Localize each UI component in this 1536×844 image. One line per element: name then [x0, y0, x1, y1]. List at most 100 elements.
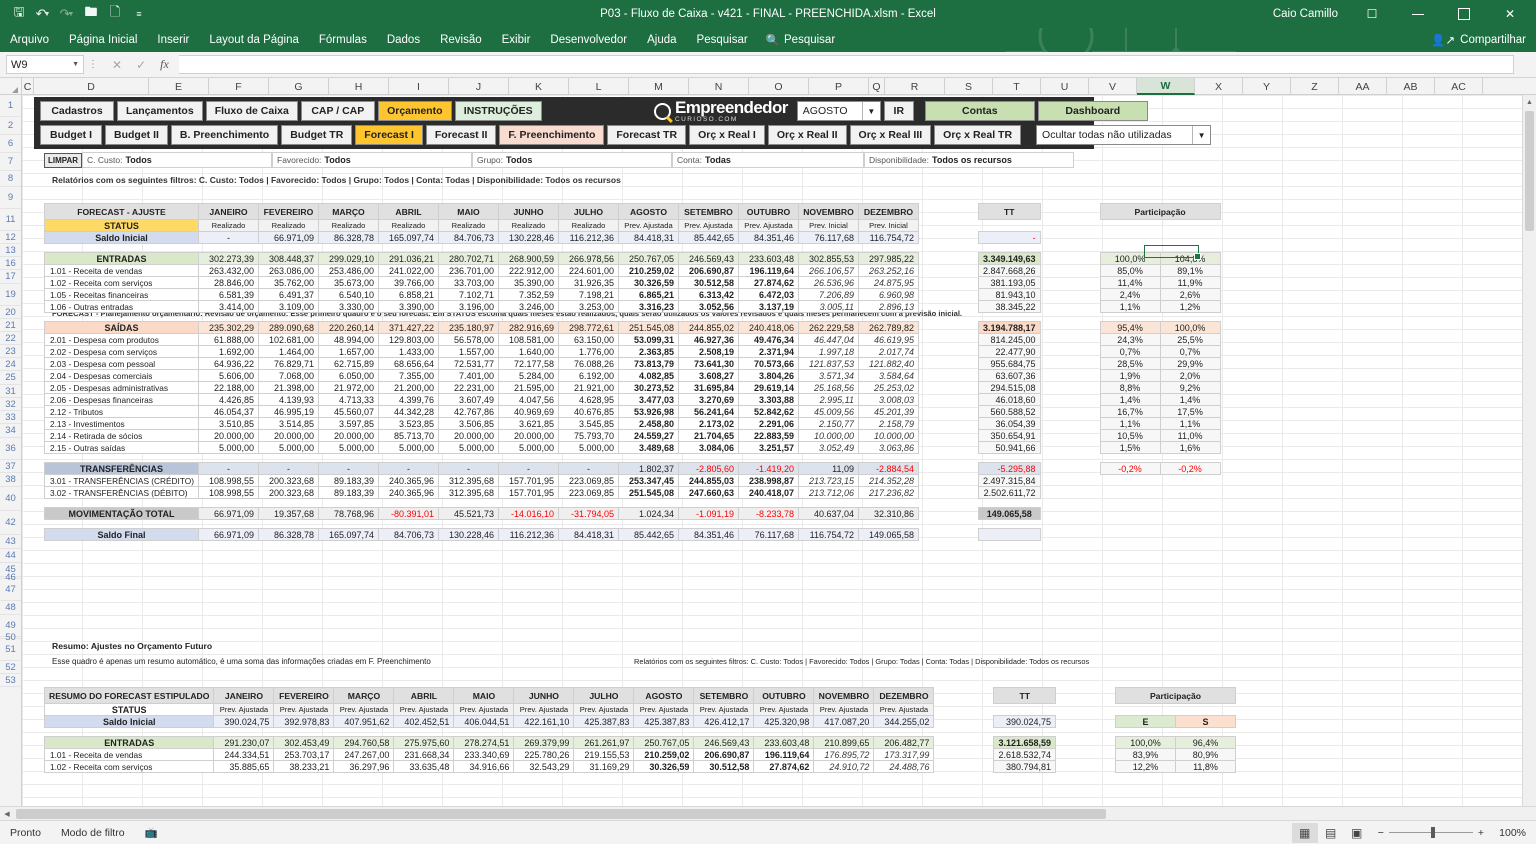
- cell-r14-c8[interactable]: 2.173,02: [678, 417, 739, 430]
- cell-r3-c0[interactable]: 28.846,00: [198, 276, 259, 289]
- nav-orc-x-real-iii[interactable]: Orç x Real III: [849, 125, 932, 145]
- table-row[interactable]: 2.02 - Despesa com serviços 1.692,00 1.464…: [44, 345, 1221, 358]
- cell-r7-c2[interactable]: 48.994,00: [318, 333, 379, 346]
- column-header-ac[interactable]: AC: [1435, 78, 1483, 95]
- spacer[interactable]: [979, 499, 1041, 508]
- spacer[interactable]: [979, 244, 1041, 253]
- cell-r3-c7[interactable]: 30.326,59: [633, 760, 695, 773]
- maximize-button[interactable]: [1442, 0, 1486, 28]
- cell-r16-c5[interactable]: 5.000,00: [498, 441, 559, 454]
- table-row[interactable]: Saldo Final 66.971,09 86.328,78 165.097,74 8…: [44, 528, 1221, 541]
- cell-r14-c7[interactable]: 2.458,80: [618, 417, 679, 430]
- cell-r9-c0[interactable]: 64.936,22: [198, 357, 259, 370]
- row-total[interactable]: 381.193,05: [978, 276, 1041, 289]
- spacer[interactable]: [919, 499, 979, 508]
- spacer[interactable]: [619, 244, 679, 253]
- month-header-10[interactable]: NOVEMBRO: [798, 203, 859, 220]
- spacer[interactable]: [919, 289, 979, 301]
- cell-r20-c11[interactable]: 32.310,86: [858, 507, 919, 520]
- spacer[interactable]: [259, 313, 319, 322]
- part-e[interactable]: 100,0%: [1115, 736, 1176, 749]
- part-e[interactable]: 85,0%: [1099, 264, 1161, 277]
- month-header-7[interactable]: AGOSTO: [633, 687, 695, 704]
- row-label[interactable]: 2.12 - Tributos: [44, 405, 199, 418]
- cell-r14-c11[interactable]: 2.158,79: [858, 417, 919, 430]
- cell-r13-c7[interactable]: 53.926,98: [618, 405, 679, 418]
- spacer[interactable]: [934, 737, 994, 749]
- page-layout-icon[interactable]: ▤: [1318, 823, 1344, 843]
- row-header-32[interactable]: 32: [0, 398, 21, 411]
- cell-r11-c9[interactable]: 29.619,14: [738, 381, 799, 394]
- spacer[interactable]: [1176, 728, 1236, 737]
- status-value-2[interactable]: Realizado: [318, 219, 379, 232]
- spacer[interactable]: [1160, 475, 1220, 487]
- spacer[interactable]: [45, 454, 199, 463]
- column-header-r[interactable]: R: [885, 78, 945, 95]
- cell-r1-c6[interactable]: 266.978,56: [558, 252, 619, 265]
- cell-r19-c7[interactable]: 251.545,08: [618, 486, 679, 499]
- spacer[interactable]: [919, 346, 979, 358]
- cell-r3-c8[interactable]: 30.512,58: [693, 760, 755, 773]
- cell-r16-c4[interactable]: 5.000,00: [438, 441, 499, 454]
- status-value-1[interactable]: Prev. Ajustada: [273, 703, 335, 716]
- row-label[interactable]: Saldo Final: [44, 528, 199, 541]
- nav-orc-x-real-i[interactable]: Orç x Real I: [689, 125, 765, 145]
- part-e[interactable]: 28,5%: [1099, 357, 1161, 370]
- spacer[interactable]: [1040, 232, 1100, 244]
- cell-r21-c1[interactable]: 86.328,78: [258, 528, 319, 541]
- row-total[interactable]: 22.477,90: [978, 345, 1041, 358]
- cell-r8-c2[interactable]: 1.657,00: [318, 345, 379, 358]
- row-total[interactable]: 81.943,10: [978, 288, 1041, 301]
- row-header-38[interactable]: 38: [0, 473, 21, 487]
- part-s[interactable]: S: [1175, 715, 1236, 728]
- column-header-u[interactable]: U: [1041, 78, 1089, 95]
- spacer[interactable]: [859, 454, 919, 463]
- participation-header[interactable]: Participação: [1099, 203, 1221, 220]
- spacer[interactable]: [919, 244, 979, 253]
- spacer[interactable]: [319, 313, 379, 322]
- spacer[interactable]: [1040, 382, 1100, 394]
- part-s[interactable]: -0,2%: [1159, 462, 1221, 475]
- cell-r17-c9[interactable]: -1.419,20: [738, 462, 799, 475]
- spacer[interactable]: [919, 520, 979, 529]
- cell-r10-c8[interactable]: 3.608,27: [678, 369, 739, 382]
- spacer[interactable]: [919, 508, 979, 520]
- spacer[interactable]: [1040, 346, 1100, 358]
- cell-r18-c6[interactable]: 223.069,85: [558, 474, 619, 487]
- row-header-40[interactable]: 40: [0, 487, 21, 511]
- cell-r2-c6[interactable]: 219.155,53: [573, 748, 635, 761]
- row-total[interactable]: 63.607,36: [978, 369, 1041, 382]
- cell-r13-c5[interactable]: 40.969,69: [498, 405, 559, 418]
- cell-r18-c11[interactable]: 214.352,28: [858, 474, 919, 487]
- cell-r8-c8[interactable]: 2.508,19: [678, 345, 739, 358]
- month-select[interactable]: AGOSTO ▼: [796, 101, 881, 121]
- spacer[interactable]: [379, 454, 439, 463]
- row-header-2[interactable]: 2: [0, 117, 21, 135]
- row-label[interactable]: 2.01 - Despesa com produtos: [44, 333, 199, 346]
- part-s[interactable]: 11,0%: [1159, 429, 1221, 442]
- cell-r15-c0[interactable]: 20.000,00: [198, 429, 259, 442]
- cell-r5-c1[interactable]: 3.109,00: [258, 300, 319, 313]
- scroll-up-icon[interactable]: ▲: [1523, 95, 1536, 109]
- spacer[interactable]: [1040, 442, 1100, 454]
- cell-r19-c2[interactable]: 89.183,39: [318, 486, 379, 499]
- spacer[interactable]: [934, 688, 994, 704]
- spacer[interactable]: [919, 204, 979, 220]
- cell-r2-c2[interactable]: 253.486,00: [318, 264, 379, 277]
- nav-fluxo-de-caixa[interactable]: Fluxo de Caixa: [205, 101, 298, 121]
- cell-r3-c0[interactable]: 35.885,65: [213, 760, 275, 773]
- spacer[interactable]: [1176, 704, 1236, 716]
- cell-r18-c8[interactable]: 244.855,03: [678, 474, 739, 487]
- zoom-in-icon[interactable]: +: [1478, 827, 1484, 839]
- cell-r2-c0[interactable]: 263.432,00: [198, 264, 259, 277]
- month-header-1[interactable]: FEVEREIRO: [273, 687, 335, 704]
- column-header-s[interactable]: S: [945, 78, 993, 95]
- cell-r5-c4[interactable]: 3.196,00: [438, 300, 499, 313]
- part-e[interactable]: 83,9%: [1115, 748, 1176, 761]
- cell-r7-c4[interactable]: 56.578,00: [438, 333, 499, 346]
- cell-r5-c3[interactable]: 3.390,00: [378, 300, 439, 313]
- spacer[interactable]: [859, 313, 919, 322]
- row-header-22[interactable]: 22: [0, 332, 21, 345]
- column-header-z[interactable]: Z: [1291, 78, 1339, 95]
- spacer[interactable]: [679, 313, 739, 322]
